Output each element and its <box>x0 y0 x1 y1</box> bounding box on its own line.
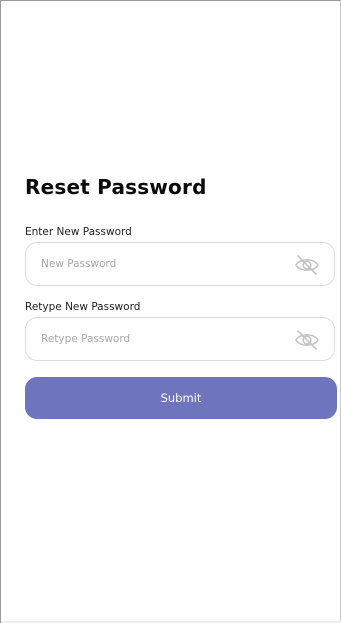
eye-off-icon[interactable] <box>294 329 320 351</box>
new-password-field <box>25 242 335 286</box>
phone-screen: Reset Password Enter New Password Retype… <box>0 0 341 623</box>
retype-password-label: Retype New Password <box>25 301 141 313</box>
retype-password-input[interactable] <box>41 318 291 360</box>
submit-button[interactable]: Submit <box>25 377 337 419</box>
page-title: Reset Password <box>25 175 207 199</box>
reset-password-form: Reset Password Enter New Password Retype… <box>25 173 337 419</box>
new-password-label: Enter New Password <box>25 226 132 238</box>
eye-off-icon[interactable] <box>294 254 320 276</box>
retype-password-field <box>25 317 335 361</box>
new-password-input[interactable] <box>41 243 291 285</box>
